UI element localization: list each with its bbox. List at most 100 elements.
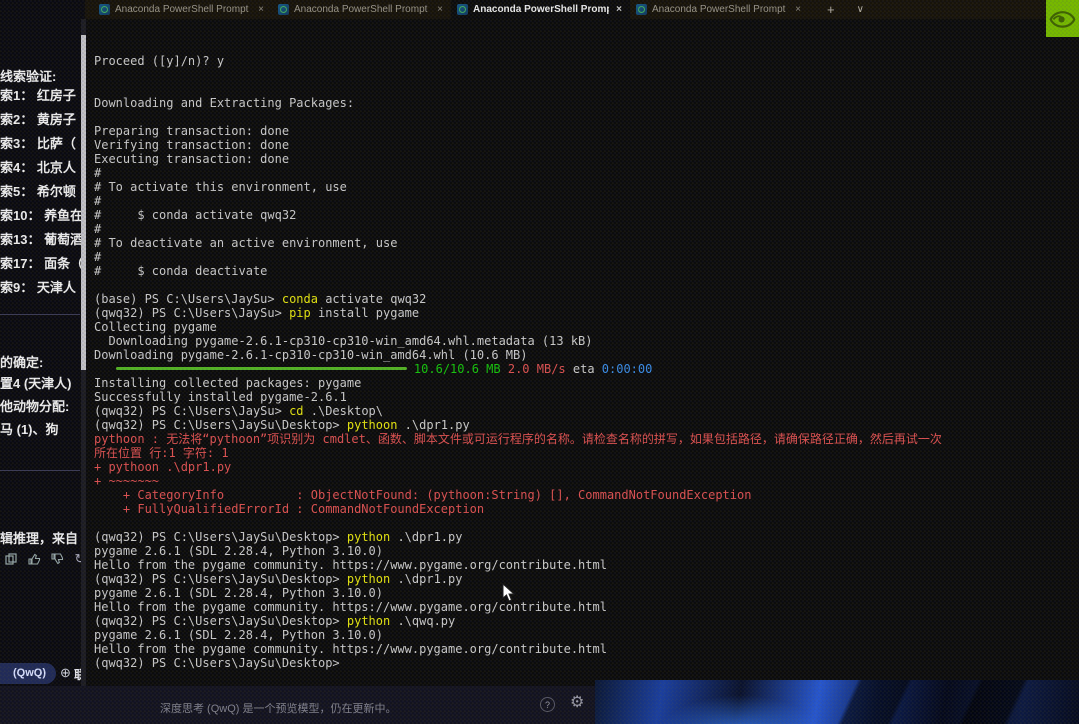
terminal-line: (qwq32) PS C:\Users\JaySu> cd .\Desktop\	[94, 404, 1079, 418]
screen: Anaconda PowerShell Prompt (×Anaconda Po…	[0, 0, 1079, 724]
clue-item: 索13： 葡萄酒	[0, 228, 85, 252]
terminal-output[interactable]: Proceed ([y]/n)? y Downloading and Extrac…	[85, 19, 1079, 686]
terminal-line: (base) PS C:\Users\JaySu> conda activate…	[94, 292, 1079, 306]
model-badge[interactable]: (QwQ)	[0, 663, 56, 684]
clue-item: 索3： 比萨（	[0, 132, 85, 156]
clue-item: 索2： 黄房子	[0, 108, 85, 132]
terminal-line: Hello from the pygame community. https:/…	[94, 600, 1079, 614]
terminal-line: + FullyQualifiedErrorId : CommandNotFoun…	[94, 502, 1079, 516]
clue-list: 索1： 红房子（索2： 黄房子索3： 比萨（索4： 北京人索5： 希尔顿索10：…	[0, 84, 85, 300]
close-tab-icon[interactable]: ×	[256, 4, 266, 15]
terminal-line: 所在位置 行:1 字符: 1	[94, 446, 1079, 460]
terminal-line: # $ conda deactivate	[94, 264, 1079, 278]
terminal-tab[interactable]: Anaconda PowerShell Prompt ×	[451, 0, 630, 19]
terminal-line: (qwq32) PS C:\Users\JaySu\Desktop> pytho…	[94, 614, 1079, 628]
terminal-line: pythoon : 无法将“pythoon”项识别为 cmdlet、函数、脚本文…	[94, 432, 1079, 446]
tab-title: Anaconda PowerShell Prompt (	[294, 4, 430, 15]
terminal-line: Successfully installed pygame-2.6.1	[94, 390, 1079, 404]
sidebar-scrollbar[interactable]	[81, 19, 86, 686]
desktop-wallpaper	[595, 680, 1079, 724]
tab-title: Anaconda PowerShell Prompt (	[115, 4, 251, 15]
anaconda-powershell-icon	[278, 4, 289, 15]
model-disclaimer-bar: 深度思考 (QwQ) 是一个预览模型，仍在更新中。 ? ⚙	[0, 686, 595, 724]
close-tab-icon[interactable]: ×	[614, 4, 624, 15]
terminal-line: Verifying transaction: done	[94, 138, 1079, 152]
terminal-line: 10.6/10.6 MB 2.0 MB/s eta 0:00:00	[94, 362, 1079, 376]
thumbs-up-icon[interactable]	[27, 552, 41, 566]
terminal-line: Proceed ([y]/n)? y	[94, 54, 1079, 68]
conclusion-list: 置4 (天津人)他动物分配:马 (1)、狗	[0, 372, 72, 441]
terminal-line: # $ conda activate qwq32	[94, 208, 1079, 222]
terminal-line: #	[94, 250, 1079, 264]
clue-item: 索4： 北京人	[0, 156, 85, 180]
clue-item: 索1： 红房子（	[0, 84, 85, 108]
terminal-line: #	[94, 166, 1079, 180]
scrollbar-thumb[interactable]	[81, 35, 86, 370]
terminal-tab[interactable]: Anaconda PowerShell Prompt ( ×	[630, 0, 809, 19]
tab-title: Anaconda PowerShell Prompt	[473, 4, 609, 15]
terminal-line: pygame 2.6.1 (SDL 2.28.4, Python 3.10.0)	[94, 628, 1079, 642]
terminal-line	[94, 110, 1079, 124]
terminal-line	[94, 278, 1079, 292]
tab-title: Anaconda PowerShell Prompt (	[652, 4, 788, 15]
terminal-line: + pythoon .\dpr1.py	[94, 460, 1079, 474]
nvidia-overlay-icon[interactable]	[1046, 0, 1079, 37]
terminal-tab[interactable]: Anaconda PowerShell Prompt ( ×	[272, 0, 451, 19]
thumbs-down-icon[interactable]	[50, 552, 64, 566]
anaconda-powershell-icon	[457, 4, 468, 15]
terminal-line	[94, 516, 1079, 530]
sidebar-divider	[0, 470, 80, 471]
terminal-line: (qwq32) PS C:\Users\JaySu\Desktop> pytho…	[94, 530, 1079, 544]
tab-strip: Anaconda PowerShell Prompt (×Anaconda Po…	[93, 0, 809, 19]
conclusion-line: 置4 (天津人)	[0, 372, 72, 395]
terminal-line: (qwq32) PS C:\Users\JaySu> pip install p…	[94, 306, 1079, 320]
copy-icon[interactable]	[4, 552, 18, 566]
tab-menu-chevron-down-icon[interactable]: ∨	[857, 4, 864, 15]
terminal-line: Downloading pygame-2.6.1-cp310-cp310-win…	[94, 334, 1079, 348]
anaconda-powershell-icon	[636, 4, 647, 15]
terminal-line: # To activate this environment, use	[94, 180, 1079, 194]
terminal-line: Collecting pygame	[94, 320, 1079, 334]
chat-sidebar: 线索验证: 索1： 红房子（索2： 黄房子索3： 比萨（索4： 北京人索5： 希…	[0, 0, 85, 686]
terminal-line	[94, 68, 1079, 82]
close-tab-icon[interactable]: ×	[435, 4, 445, 15]
terminal-line: (qwq32) PS C:\Users\JaySu\Desktop> pytho…	[94, 572, 1079, 586]
conclusion-header: 的确定:	[0, 352, 43, 371]
terminal-line	[94, 82, 1079, 96]
terminal-line: #	[94, 222, 1079, 236]
conclusion-line: 马 (1)、狗	[0, 418, 72, 441]
download-progress-bar	[116, 367, 407, 370]
clues-header: 线索验证:	[0, 66, 56, 85]
terminal-line: Hello from the pygame community. https:/…	[94, 558, 1079, 572]
terminal-window: Anaconda PowerShell Prompt (×Anaconda Po…	[85, 0, 1079, 686]
terminal-line: (qwq32) PS C:\Users\JaySu\Desktop>	[94, 656, 1079, 670]
reasoning-footer-line: 辑推理，来自	[0, 528, 78, 547]
conclusion-line: 他动物分配:	[0, 395, 72, 418]
terminal-line: + CategoryInfo : ObjectNotFound: (pythoo…	[94, 488, 1079, 502]
terminal-line: + ~~~~~~~	[94, 474, 1079, 488]
clue-item: 索5： 希尔顿	[0, 180, 85, 204]
sidebar-divider	[0, 314, 80, 315]
close-tab-icon[interactable]: ×	[793, 4, 803, 15]
gear-icon[interactable]: ⚙	[570, 695, 584, 711]
new-tab-button[interactable]: +	[827, 2, 835, 17]
clue-item: 索9： 天津人	[0, 276, 85, 300]
help-icon[interactable]: ?	[540, 697, 555, 712]
message-action-icons: ↻	[4, 552, 85, 566]
terminal-line: Installing collected packages: pygame	[94, 376, 1079, 390]
terminal-line: pygame 2.6.1 (SDL 2.28.4, Python 3.10.0)	[94, 586, 1079, 600]
terminal-line: # To deactivate an active environment, u…	[94, 236, 1079, 250]
clue-item: 索17： 面条（	[0, 252, 85, 276]
terminal-line: Downloading and Extracting Packages:	[94, 96, 1079, 110]
globe-icon: ⊕	[60, 665, 71, 681]
terminal-line: Hello from the pygame community. https:/…	[94, 642, 1079, 656]
tab-bar: Anaconda PowerShell Prompt (×Anaconda Po…	[85, 0, 1079, 19]
terminal-tab[interactable]: Anaconda PowerShell Prompt ( ×	[93, 0, 272, 19]
terminal-line: Downloading pygame-2.6.1-cp310-cp310-win…	[94, 348, 1079, 362]
terminal-line: Executing transaction: done	[94, 152, 1079, 166]
anaconda-powershell-icon	[99, 4, 110, 15]
clue-item: 索10： 养鱼在	[0, 204, 85, 228]
terminal-line: (qwq32) PS C:\Users\JaySu\Desktop> pytho…	[94, 418, 1079, 432]
terminal-line: pygame 2.6.1 (SDL 2.28.4, Python 3.10.0)	[94, 544, 1079, 558]
terminal-line: #	[94, 194, 1079, 208]
